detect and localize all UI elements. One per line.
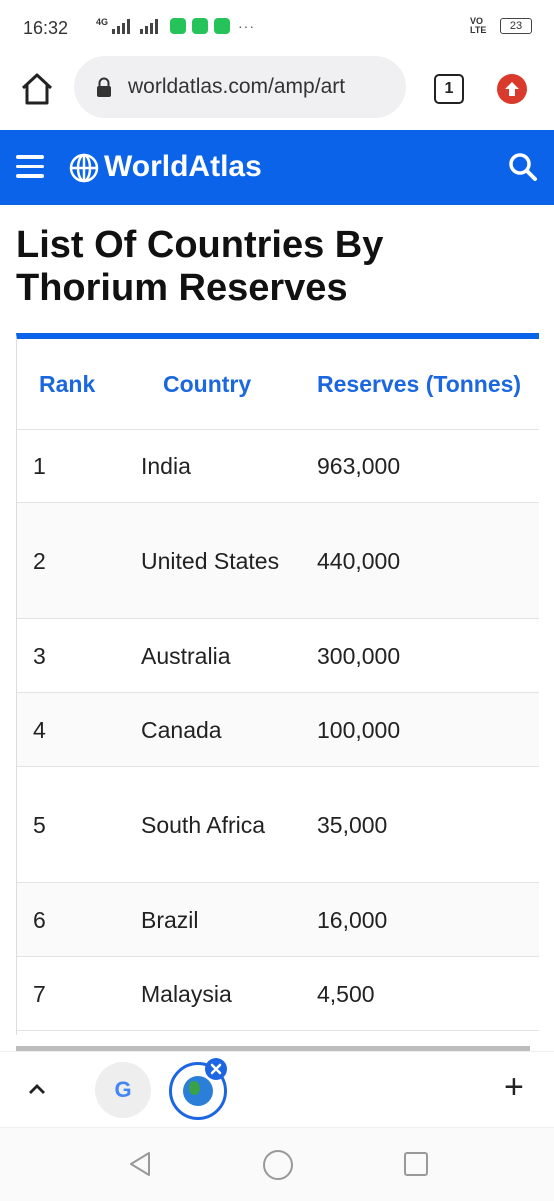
home-circle-icon[interactable] bbox=[263, 1150, 293, 1180]
rank-cell: 3 bbox=[33, 642, 46, 669]
rank-cell: 7 bbox=[33, 980, 46, 1007]
rank-cell: 4 bbox=[33, 716, 46, 743]
download-icon bbox=[214, 18, 231, 34]
column-header-reserves: Reserves (Tonnes) bbox=[317, 370, 522, 397]
plus-icon[interactable]: + bbox=[504, 1070, 524, 1104]
column-header-rank: Rank bbox=[39, 370, 96, 397]
table-row: 3 Australia 300,000 bbox=[17, 618, 539, 693]
whatsapp-icon bbox=[170, 18, 187, 34]
message-icon bbox=[192, 18, 209, 34]
url-text: worldatlas.com/amp/art bbox=[128, 75, 346, 98]
lock-icon bbox=[96, 77, 112, 97]
rank-cell: 2 bbox=[33, 547, 46, 574]
signal-icon-2 bbox=[140, 18, 159, 34]
back-icon[interactable] bbox=[127, 1150, 153, 1183]
table-header-row: Rank Country Reserves (Tonnes) bbox=[17, 339, 539, 430]
address-bar[interactable]: worldatlas.com/amp/art bbox=[74, 56, 406, 118]
reserves-cell: 300,000 bbox=[317, 642, 401, 669]
status-right: VO LTE 23 bbox=[470, 17, 532, 35]
menu-icon[interactable] bbox=[16, 155, 44, 179]
reserves-cell: 4,500 bbox=[317, 980, 375, 1007]
country-cell: Brazil bbox=[141, 906, 199, 933]
volte-icon: VO LTE bbox=[470, 16, 487, 35]
home-icon[interactable] bbox=[18, 70, 56, 108]
status-time: 16:32 bbox=[23, 18, 69, 38]
rank-cell: 1 bbox=[33, 453, 46, 479]
google-icon: G bbox=[114, 1077, 132, 1102]
country-cell: Australia bbox=[141, 642, 231, 669]
earth-icon bbox=[183, 1076, 213, 1106]
more-notifications-icon: ··· bbox=[238, 18, 256, 34]
rank-cell: 5 bbox=[33, 811, 46, 838]
globe-icon bbox=[68, 152, 100, 189]
country-cell: India bbox=[141, 453, 191, 479]
table-row: 4 Canada 100,000 bbox=[17, 692, 539, 767]
table-row: 6 Brazil 16,000 bbox=[17, 882, 539, 957]
reserves-table: Rank Country Reserves (Tonnes) 1 India 9… bbox=[16, 333, 539, 1035]
reserves-cell: 35,000 bbox=[317, 811, 388, 838]
signal-icon bbox=[112, 18, 131, 34]
network-type: 4G bbox=[96, 17, 109, 27]
tab-strip: G + bbox=[0, 1051, 554, 1128]
table-row: 2 United States 440,000 bbox=[17, 502, 539, 619]
country-cell: Malaysia bbox=[141, 980, 232, 1007]
close-tab-icon[interactable] bbox=[205, 1058, 227, 1080]
status-icons: 4G ··· bbox=[76, 17, 256, 34]
battery-icon: 23 bbox=[500, 18, 532, 34]
update-icon[interactable] bbox=[497, 74, 527, 104]
site-logo-text[interactable]: WorldAtlas bbox=[104, 150, 262, 184]
search-icon[interactable] bbox=[508, 152, 538, 187]
reserves-cell: 963,000 bbox=[317, 453, 401, 479]
column-header-country: Country bbox=[163, 370, 252, 397]
country-cell: Canada bbox=[141, 716, 222, 743]
reserves-cell: 440,000 bbox=[317, 547, 401, 574]
reserves-cell: 100,000 bbox=[317, 716, 401, 743]
page-title: List Of Countries By Thorium Reserves bbox=[16, 224, 384, 309]
system-nav-bar bbox=[0, 1127, 554, 1201]
table-row: 5 South Africa 35,000 bbox=[17, 766, 539, 883]
recents-icon[interactable] bbox=[404, 1152, 428, 1176]
tabs-icon[interactable]: 1 bbox=[434, 74, 464, 104]
rank-cell: 6 bbox=[33, 906, 46, 933]
google-tab[interactable]: G bbox=[95, 1062, 151, 1118]
browser-toolbar: worldatlas.com/amp/art 1 bbox=[0, 56, 554, 124]
country-cell: South Africa bbox=[141, 811, 266, 838]
country-cell: United States bbox=[141, 547, 280, 574]
status-bar: 16:32 4G ··· VO LTE 23 bbox=[0, 0, 554, 56]
reserves-cell: 16,000 bbox=[317, 906, 388, 933]
table-row: 1 India 963,000 bbox=[17, 429, 539, 503]
table-row: 7 Malaysia 4,500 bbox=[17, 956, 539, 1031]
site-header: WorldAtlas bbox=[0, 130, 554, 205]
chevron-up-icon[interactable] bbox=[26, 1078, 48, 1105]
